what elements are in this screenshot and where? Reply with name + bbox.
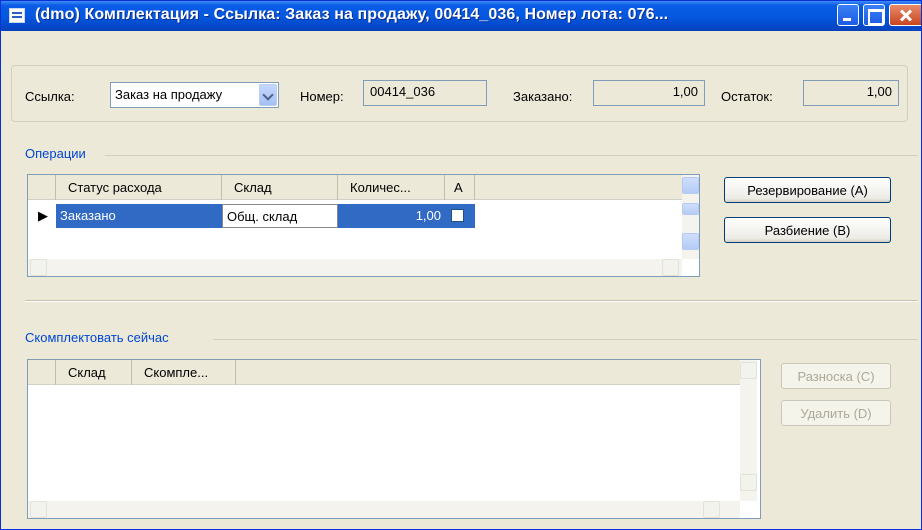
scroll-left-icon[interactable] <box>30 501 47 518</box>
ref-type-select[interactable]: Заказ на продажу <box>110 82 279 108</box>
delete-button[interactable]: Удалить (D) <box>781 400 891 426</box>
pick-now-grid-header: Склад Скомпле... <box>28 360 740 385</box>
operations-horizontal-scrollbar[interactable] <box>28 259 682 276</box>
pick-now-grid[interactable]: Склад Скомпле... <box>27 359 761 519</box>
title-bar[interactable]: (dmo) Комплектация - Ссылка: Заказ на пр… <box>1 1 921 31</box>
scroll-up-icon[interactable] <box>682 177 699 194</box>
column-warehouse[interactable]: Склад <box>222 175 338 200</box>
pick-now-vertical-scrollbar[interactable] <box>740 360 757 501</box>
operations-grid[interactable]: Статус расхода Склад Количес... А ▶ Зака… <box>27 174 700 277</box>
ordered-label: Заказано: <box>513 89 573 104</box>
scroll-thumb[interactable] <box>682 203 699 215</box>
row-header-column <box>28 175 56 200</box>
chevron-down-icon[interactable] <box>259 84 277 106</box>
scroll-down-icon[interactable] <box>740 474 757 491</box>
scroll-right-icon[interactable] <box>703 501 720 518</box>
maximize-icon[interactable] <box>863 4 885 26</box>
remainder-label: Остаток: <box>721 89 773 104</box>
ref-type-value: Заказ на продажу <box>115 87 223 102</box>
pick-now-divider <box>213 339 918 340</box>
scroll-down-icon[interactable] <box>682 233 699 250</box>
window-title: (dmo) Комплектация - Ссылка: Заказ на пр… <box>35 6 669 23</box>
number-label: Номер: <box>300 89 344 104</box>
split-button[interactable]: Разбиение (B) <box>724 217 891 243</box>
split-button-label: Разбиение (B) <box>764 223 851 238</box>
table-row[interactable]: ▶ Заказано Общ. склад 1,00 <box>28 204 682 228</box>
ref-label: Ссылка: <box>25 89 75 104</box>
reserve-button[interactable]: Резервирование (A) <box>724 177 891 203</box>
cell-quantity[interactable]: 1,00 <box>338 204 445 228</box>
column-quantity[interactable]: Количес... <box>338 175 445 200</box>
scroll-right-icon[interactable] <box>662 259 679 276</box>
cell-status[interactable]: Заказано <box>56 204 222 228</box>
post-button-label: Разноска (C) <box>797 369 875 384</box>
operations-vertical-scrollbar[interactable] <box>682 175 699 259</box>
scroll-left-icon[interactable] <box>30 259 47 276</box>
scroll-up-icon[interactable] <box>740 362 757 379</box>
ordered-field[interactable]: 1,00 <box>593 80 705 106</box>
operations-divider <box>105 155 918 156</box>
pick-now-horizontal-scrollbar[interactable] <box>28 501 740 518</box>
column-status[interactable]: Статус расхода <box>56 175 222 200</box>
window: (dmo) Комплектация - Ссылка: Заказ на пр… <box>0 0 922 530</box>
post-button[interactable]: Разноска (C) <box>781 363 891 389</box>
section-separator-highlight <box>25 301 918 302</box>
a-checkbox[interactable] <box>451 209 464 222</box>
minimize-icon[interactable] <box>837 4 859 26</box>
row-header-column <box>28 360 56 385</box>
current-row-icon: ▶ <box>38 208 48 223</box>
operations-section-title: Операции <box>25 146 86 161</box>
column-a[interactable]: А <box>445 175 475 200</box>
cell-a[interactable] <box>445 204 475 228</box>
cell-warehouse[interactable]: Общ. склад <box>222 204 338 228</box>
form-icon[interactable] <box>9 8 25 23</box>
column-warehouse[interactable]: Склад <box>56 360 132 385</box>
delete-button-label: Удалить (D) <box>800 406 872 421</box>
close-icon[interactable] <box>889 4 921 26</box>
column-picked[interactable]: Скомпле... <box>132 360 236 385</box>
reserve-button-label: Резервирование (A) <box>747 183 868 198</box>
pick-now-section-title: Скомплектовать сейчас <box>25 330 169 345</box>
operations-grid-header: Статус расхода Склад Количес... А <box>28 175 682 200</box>
remainder-field[interactable]: 1,00 <box>803 80 899 106</box>
number-field[interactable]: 00414_036 <box>363 80 487 106</box>
